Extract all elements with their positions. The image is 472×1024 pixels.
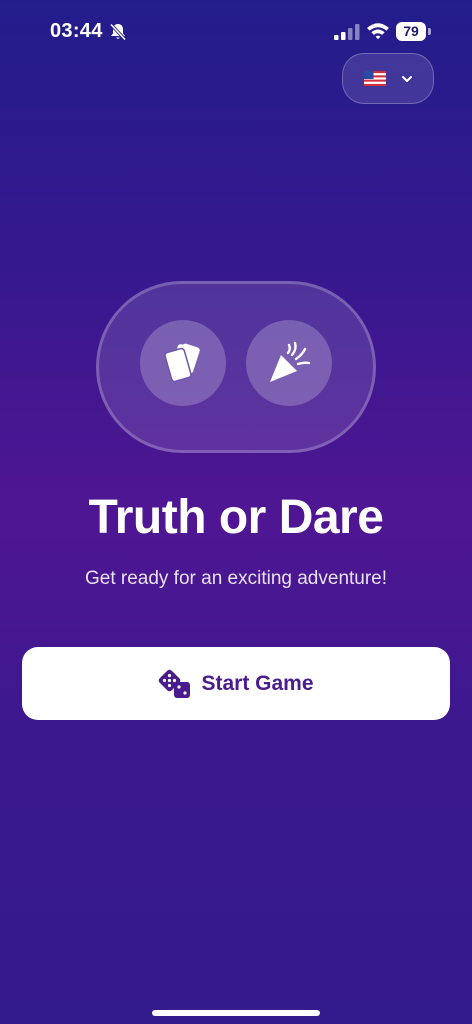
start-game-button[interactable]: Start Game: [22, 647, 450, 720]
signal-icon: [334, 24, 360, 40]
hero-illustration: [96, 281, 376, 453]
bell-slash-icon: [109, 23, 127, 41]
battery-icon: 79: [396, 22, 426, 41]
chevron-down-icon: [402, 76, 412, 82]
start-game-label: Start Game: [201, 671, 314, 695]
party-popper-icon: [270, 341, 311, 382]
cards-badge: [140, 320, 226, 406]
dice-icon: [159, 669, 191, 698]
language-selector[interactable]: [342, 53, 434, 104]
battery-tip: [428, 28, 431, 35]
subtitle: Get ready for an exciting adventure!: [84, 568, 388, 589]
wifi-icon: [367, 23, 389, 40]
us-flag-icon: [364, 71, 386, 86]
cards-icon: [164, 343, 200, 383]
app-title: Truth or Dare: [88, 491, 384, 544]
party-badge: [246, 320, 332, 406]
home-indicator[interactable]: [152, 1010, 320, 1016]
status-time: 03:44: [50, 20, 103, 42]
